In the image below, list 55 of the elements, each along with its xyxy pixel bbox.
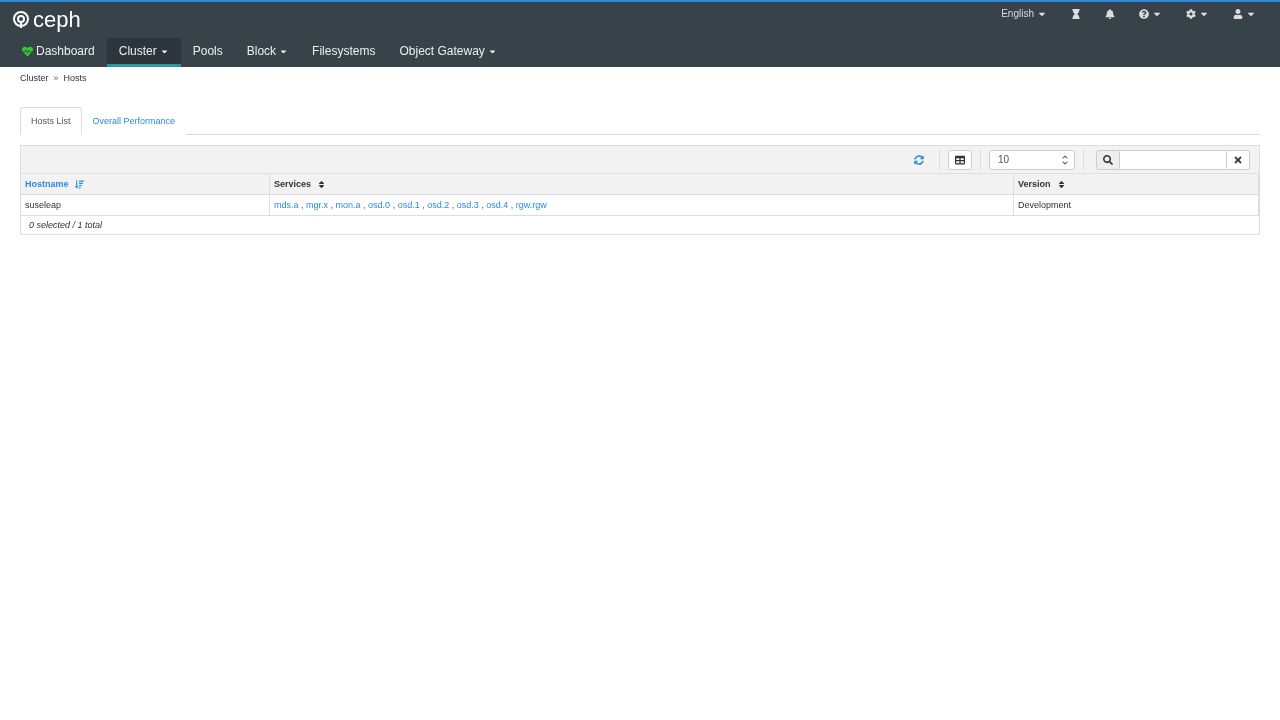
service-link[interactable]: mon.a [335,200,361,210]
service-link[interactable]: osd.2 [427,200,450,210]
comma: , [450,200,456,210]
comma: , [362,200,367,210]
search-icon [1103,154,1113,165]
table-icon [955,154,965,165]
service-link[interactable]: rgw.rgw [515,200,547,210]
bell-icon [1105,8,1115,19]
help-icon [1139,8,1149,19]
service-link[interactable]: osd.0 [368,200,391,210]
nav-item[interactable]: Dashboard [10,38,107,67]
breadcrumb-item: Hosts [63,73,87,83]
service-link[interactable]: osd.4 [486,200,509,210]
breadcrumb-item[interactable]: Cluster [20,73,49,83]
comma: , [391,200,397,210]
column-header[interactable]: Services [270,174,1014,195]
nav-item[interactable]: Pools [180,38,235,67]
service-link[interactable]: mds.a [274,200,299,210]
nav-item[interactable]: Cluster [106,38,181,67]
service-link[interactable]: mgr.x [306,200,329,210]
comma: , [480,200,485,210]
nav-item[interactable]: Object Gateway [387,38,509,67]
nav-item[interactable]: Filesystems [300,38,388,67]
heartbeat-icon [22,45,33,57]
comma: , [509,200,515,210]
sort-descending-icon [74,179,84,189]
columns-button[interactable] [948,149,972,170]
spinner-icon [1062,153,1068,166]
nav-item[interactable]: Block [234,38,301,67]
column-header[interactable]: Version [1014,174,1259,195]
table-cell: suseleap [21,195,270,216]
clear-button[interactable] [1226,149,1250,170]
logo-icon [12,11,30,29]
brand-name: ceph [33,7,81,33]
service-link[interactable]: osd.3 [456,200,479,210]
tab[interactable]: Hosts List [20,107,82,135]
comma: , [421,200,426,210]
table-footer-text: 0 selected / 1 total [28,219,104,232]
table-cell: Development [1014,195,1259,216]
search-button[interactable] [1096,149,1120,170]
comma: , [300,200,305,210]
settings-icon [1186,8,1196,19]
refresh-icon [914,154,924,165]
hourglass-icon [1071,8,1081,19]
search-field[interactable] [1120,149,1226,170]
language-dropdown[interactable]: English [989,8,1059,19]
breadcrumb-separator: » [53,73,59,83]
sort-icon [317,179,327,189]
service-link[interactable]: osd.1 [397,200,420,210]
comma: , [329,200,335,210]
user-icon [1233,8,1243,19]
sort-icon [1056,179,1066,189]
page-size-field[interactable]: 10 [989,149,1075,170]
ceph-logo[interactable]: ceph [12,7,81,33]
close-icon [1233,154,1243,165]
